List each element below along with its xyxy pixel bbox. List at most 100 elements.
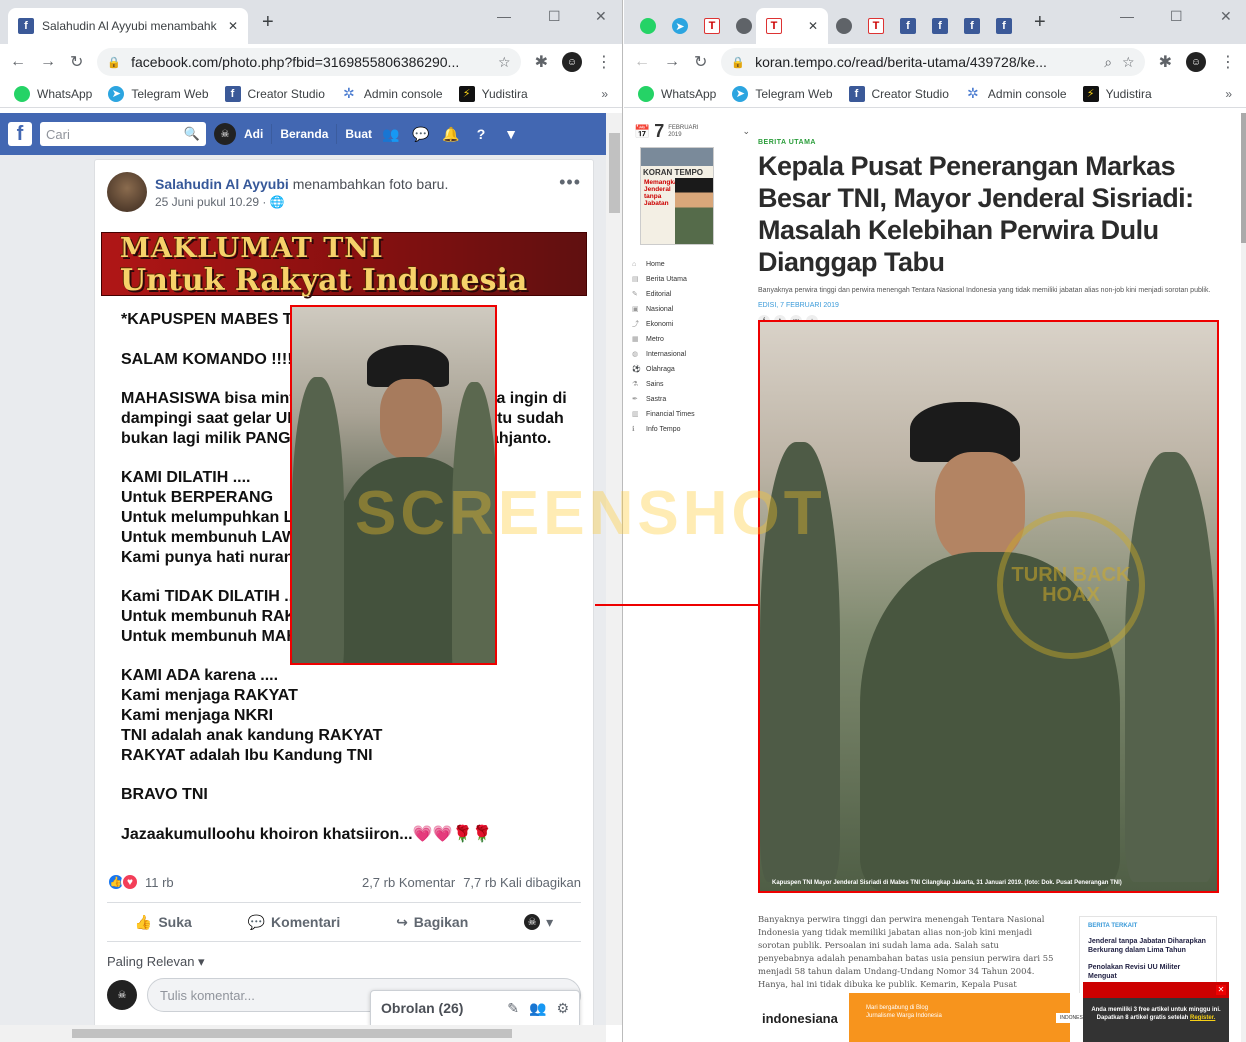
globe-icon[interactable]: [736, 18, 752, 34]
facebook-icon[interactable]: f: [964, 18, 980, 34]
address-bar[interactable]: 🔒 koran.tempo.co/read/berita-utama/43972…: [721, 48, 1145, 76]
menu-item[interactable]: ▦ Metro: [632, 332, 695, 347]
tempo-icon[interactable]: T: [704, 18, 720, 34]
menu-item[interactable]: ◍ Internasional: [632, 347, 695, 362]
forward-icon[interactable]: →: [664, 53, 680, 71]
reactions-count[interactable]: 11 rb: [145, 875, 174, 890]
whatsapp-icon[interactable]: [640, 18, 656, 34]
chevron-down-icon[interactable]: ⌄: [743, 126, 751, 137]
profile-avatar[interactable]: ☺: [1186, 52, 1206, 72]
tempo-icon[interactable]: T: [868, 18, 884, 34]
facebook-icon[interactable]: f: [900, 18, 916, 34]
new-tab-icon[interactable]: +: [262, 12, 274, 32]
close-icon[interactable]: ✕: [228, 19, 238, 33]
bookmark-creator-studio[interactable]: f Creator Studio: [848, 85, 949, 102]
back-icon[interactable]: ←: [634, 53, 650, 71]
star-icon[interactable]: ☆: [498, 54, 511, 71]
tab-facebook[interactable]: f Salahudin Al Ayyubi menambahkan ✕: [8, 8, 248, 44]
menu-item[interactable]: ⌂ Home: [632, 257, 695, 272]
menu-item[interactable]: ▤ Berita Utama: [632, 272, 695, 287]
menu-item[interactable]: ✎ Editorial: [632, 287, 695, 302]
reload-icon[interactable]: ↻: [694, 52, 707, 72]
telegram-icon[interactable]: ➤: [672, 18, 688, 34]
help-icon[interactable]: ?: [470, 123, 492, 145]
forward-icon[interactable]: →: [40, 53, 56, 71]
close-window-icon[interactable]: ✕: [1220, 8, 1232, 25]
new-tab-icon[interactable]: +: [1034, 12, 1046, 32]
globe-icon[interactable]: [836, 18, 852, 34]
extensions-icon[interactable]: ✱: [1159, 52, 1172, 72]
profile-avatar[interactable]: ☺: [562, 52, 582, 72]
star-icon[interactable]: ☆: [1122, 54, 1135, 71]
menu-item[interactable]: ▣ Nasional: [632, 302, 695, 317]
bookmark-whatsapp[interactable]: WhatsApp: [638, 85, 716, 102]
compose-icon[interactable]: ✎: [507, 1000, 519, 1017]
maximize-icon[interactable]: ☐: [1170, 8, 1183, 25]
home-link[interactable]: Beranda: [280, 127, 328, 141]
facebook-icon[interactable]: f: [932, 18, 948, 34]
zoom-icon[interactable]: ⌕: [1104, 54, 1112, 71]
scroll-thumb[interactable]: [72, 1029, 512, 1038]
horizontal-scrollbar[interactable]: [0, 1025, 606, 1042]
menu-icon[interactable]: ⋮: [1220, 52, 1236, 72]
share-button[interactable]: ↪ Bagikan: [396, 914, 468, 931]
avatar[interactable]: ☠: [214, 123, 236, 145]
comments-count[interactable]: 2,7 rb Komentar: [362, 875, 455, 890]
bookmark-yudistira[interactable]: ⚡ Yudistira: [458, 85, 528, 102]
like-button[interactable]: 👍 Suka: [135, 914, 192, 931]
article-kicker[interactable]: BERITA UTAMA: [758, 139, 1228, 146]
search-icon[interactable]: 🔍: [184, 126, 200, 142]
menu-icon[interactable]: ⋮: [596, 52, 612, 72]
bookmark-whatsapp[interactable]: WhatsApp: [14, 85, 92, 102]
article-photo[interactable]: Kapuspen TNI Mayor Jenderal Sisriadi di …: [758, 320, 1219, 893]
bookmark-creator-studio[interactable]: f Creator Studio: [224, 85, 325, 102]
bookmark-admin-console[interactable]: ✲ Admin console: [341, 85, 443, 102]
search-input[interactable]: Cari 🔍: [40, 122, 206, 146]
comment-button[interactable]: 💬 Komentari: [248, 914, 341, 931]
more-bookmarks-icon[interactable]: »: [601, 87, 608, 101]
reactions[interactable]: 👍 ♥: [107, 873, 139, 891]
close-window-icon[interactable]: ✕: [595, 8, 607, 25]
facebook-logo[interactable]: f: [8, 122, 32, 146]
minimize-icon[interactable]: —: [497, 8, 511, 24]
menu-item[interactable]: ⚽ Olahraga: [632, 362, 695, 377]
post-as-selector[interactable]: ☠ ▾: [524, 914, 553, 931]
avatar[interactable]: [107, 172, 147, 212]
maximize-icon[interactable]: ☐: [548, 8, 561, 25]
more-bookmarks-icon[interactable]: »: [1225, 87, 1232, 101]
gear-icon[interactable]: ⚙: [556, 1000, 569, 1017]
menu-item[interactable]: ⚗ Sains: [632, 377, 695, 392]
bookmark-yudistira[interactable]: ⚡ Yudistira: [1082, 85, 1152, 102]
messenger-icon[interactable]: 💬: [410, 123, 432, 145]
chat-bar[interactable]: Obrolan (26) ✎ 👥 ⚙: [370, 990, 580, 1026]
close-icon[interactable]: ✕: [808, 19, 818, 33]
bookmark-telegram[interactable]: ➤ Telegram Web: [108, 85, 209, 102]
vertical-scrollbar[interactable]: [1241, 113, 1246, 1042]
register-link[interactable]: Register.: [1190, 1015, 1215, 1021]
minimize-icon[interactable]: —: [1120, 8, 1134, 24]
scroll-thumb[interactable]: [1241, 113, 1246, 243]
edition-date[interactable]: 📅 7 FEBRUARI 2019 ⌄: [634, 121, 750, 142]
dropdown-icon[interactable]: ▼: [500, 123, 522, 145]
post-date[interactable]: 25 Juni pukul 10.29 · 🌐: [155, 195, 285, 209]
newspaper-cover[interactable]: KORAN TEMPO Memangkas Jenderal tanpa Jab…: [640, 147, 714, 245]
more-options-icon[interactable]: •••: [559, 172, 581, 193]
related-item[interactable]: Jenderal tanpa Jabatan Diharapkan Berkur…: [1088, 937, 1208, 955]
comment-sort[interactable]: Paling Relevan ▾: [107, 954, 205, 970]
menu-item[interactable]: ✒ Sastra: [632, 392, 695, 407]
create-link[interactable]: Buat: [345, 127, 372, 141]
shares-count[interactable]: 7,7 rb Kali dibagikan: [463, 875, 581, 890]
reload-icon[interactable]: ↻: [70, 52, 83, 72]
menu-item[interactable]: ⤴ Ekonomi: [632, 317, 695, 332]
notifications-icon[interactable]: 🔔: [440, 123, 462, 145]
vertical-scrollbar[interactable]: [606, 113, 622, 1025]
extensions-icon[interactable]: ✱: [535, 52, 548, 72]
related-item[interactable]: Penolakan Revisi UU Militer Menguat: [1088, 963, 1208, 981]
facebook-icon[interactable]: f: [996, 18, 1012, 34]
friends-icon[interactable]: 👥: [380, 123, 402, 145]
back-icon[interactable]: ←: [10, 53, 26, 71]
address-bar[interactable]: 🔒 facebook.com/photo.php?fbid=3169855806…: [97, 48, 521, 76]
close-icon[interactable]: ✕: [1216, 985, 1226, 995]
bookmark-telegram[interactable]: ➤ Telegram Web: [732, 85, 833, 102]
group-icon[interactable]: 👥: [529, 1000, 546, 1017]
